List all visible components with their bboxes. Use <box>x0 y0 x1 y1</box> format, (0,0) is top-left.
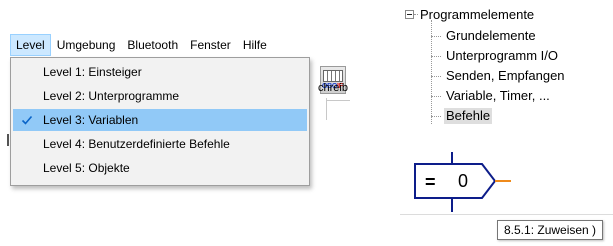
tree-item-label: Variable, Timer, ... <box>446 88 550 103</box>
menu-item-label: Level 2: Unterprogramme <box>43 89 180 103</box>
assign-operator: = <box>425 172 436 192</box>
block-tooltip: 8.5.1: Zuweisen ) <box>497 220 604 240</box>
menu-item-label: Level 4: Benutzerdefinierte Befehle <box>43 137 230 151</box>
menu-item-level-1[interactable]: Level 1: Einsteiger <box>13 61 307 83</box>
menu-item-label: Level 1: Einsteiger <box>43 65 142 79</box>
tree-connector <box>431 96 441 97</box>
menu-fenster[interactable]: Fenster <box>184 34 237 56</box>
tree-connector <box>431 76 441 77</box>
level-dropdown-menu: Level 1: Einsteiger Level 2: Unterprogra… <box>10 57 310 186</box>
menu-bar: Level Umgebung Bluetooth Fenster Hilfe <box>10 34 273 56</box>
menu-level[interactable]: Level <box>10 34 51 56</box>
menu-umgebung[interactable]: Umgebung <box>51 34 122 56</box>
menu-item-level-3[interactable]: Level 3: Variablen <box>13 109 307 131</box>
tree-connector <box>431 116 441 117</box>
tree-connector <box>431 56 441 57</box>
window-edge-mark <box>7 134 9 146</box>
menu-bluetooth[interactable]: Bluetooth <box>121 34 184 56</box>
tree-item-label: Grundelemente <box>446 28 536 43</box>
menu-hilfe[interactable]: Hilfe <box>237 34 273 56</box>
menu-item-level-2[interactable]: Level 2: Unterprogramme <box>13 85 307 107</box>
tree-connector <box>414 14 418 16</box>
separator-line <box>400 214 613 215</box>
tree-item-label: Unterprogramm I/O <box>446 48 558 63</box>
panel-divider-horizontal <box>326 100 350 101</box>
tree-root-programmelemente[interactable]: Programmelemente <box>420 7 534 22</box>
tree-item-label: Senden, Empfangen <box>446 68 565 83</box>
menu-item-label: Level 3: Variablen <box>43 113 139 127</box>
keyboard-graphic <box>323 70 343 82</box>
panel-divider-vertical <box>326 98 327 120</box>
tree-connector <box>431 36 441 37</box>
menu-item-level-5[interactable]: Level 5: Objekte <box>13 157 307 179</box>
assign-value: 0 <box>458 171 469 191</box>
checkmark-icon <box>21 115 33 125</box>
program-elements-tree: Programmelemente Grundelemente Unterprog… <box>400 0 613 150</box>
side-panel-partial-label: chreib <box>318 82 348 94</box>
menu-item-level-4[interactable]: Level 4: Benutzerdefinierte Befehle <box>13 133 307 155</box>
tree-item-label: Befehle <box>444 108 493 124</box>
collapse-icon[interactable] <box>405 10 414 19</box>
menu-item-label: Level 5: Objekte <box>43 161 130 175</box>
